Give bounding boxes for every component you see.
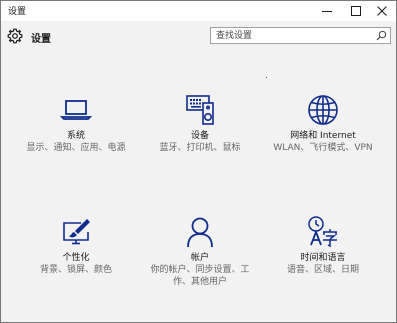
minimize-button[interactable]	[313, 1, 341, 21]
search-icon[interactable]	[376, 30, 387, 41]
globe-icon	[308, 95, 338, 125]
window-title: 设置	[8, 7, 27, 17]
close-icon	[377, 6, 387, 16]
person-icon	[187, 217, 213, 248]
header: 设置	[1, 21, 396, 51]
title-bar[interactable]: 设置	[1, 1, 396, 21]
tile-system[interactable]: 系统 显示、通知、应用、电源	[16, 93, 136, 154]
tile-network[interactable]: 网络和 Internet WLAN、飞行模式、VPN	[263, 93, 383, 154]
stray-dot	[266, 77, 267, 78]
minimize-icon	[322, 11, 332, 12]
tile-system-desc: 显示、通知、应用、电源	[26, 143, 126, 153]
tile-network-desc: WLAN、飞行模式、VPN	[273, 143, 373, 153]
settings-window: 设置 设置 查找设置 系统 显示、通知、应用、电源 设备 蓝牙、打印机、鼠标 网…	[0, 0, 397, 323]
tile-accounts-title: 帐户	[190, 253, 209, 263]
tile-accounts[interactable]: 帐户 你的帐户、同步设置、工作、其他用户	[140, 215, 260, 288]
close-button[interactable]	[368, 1, 396, 21]
tile-system-title: 系统	[66, 131, 85, 141]
tile-personalization-desc: 背景、锁屏、颜色	[39, 265, 112, 275]
personalization-icon	[63, 219, 90, 245]
tile-time-language-title: 时间和语言	[300, 253, 346, 263]
tile-accounts-desc: 你的帐户、同步设置、工作、其他用户	[150, 265, 250, 287]
gear-icon	[7, 28, 23, 44]
tile-personalization[interactable]: 个性化 背景、锁屏、颜色	[16, 215, 136, 276]
maximize-button[interactable]	[342, 1, 370, 21]
maximize-icon	[351, 6, 361, 16]
devices-icon	[186, 95, 214, 125]
page-title: 设置	[31, 34, 51, 45]
search-box[interactable]	[210, 27, 391, 44]
search-input[interactable]	[214, 28, 374, 43]
tile-network-title: 网络和 Internet	[290, 131, 356, 141]
tile-devices-title: 设备	[190, 131, 209, 141]
tile-devices[interactable]: 设备 蓝牙、打印机、鼠标	[140, 93, 260, 154]
tile-time-language[interactable]: 时间和语言 语音、区域、日期	[263, 215, 383, 276]
laptop-icon	[59, 100, 93, 120]
tile-devices-desc: 蓝牙、打印机、鼠标	[159, 143, 241, 153]
tile-time-language-desc: 语音、区域、日期	[286, 265, 359, 275]
time-language-icon	[308, 216, 337, 248]
tile-personalization-title: 个性化	[62, 253, 90, 263]
